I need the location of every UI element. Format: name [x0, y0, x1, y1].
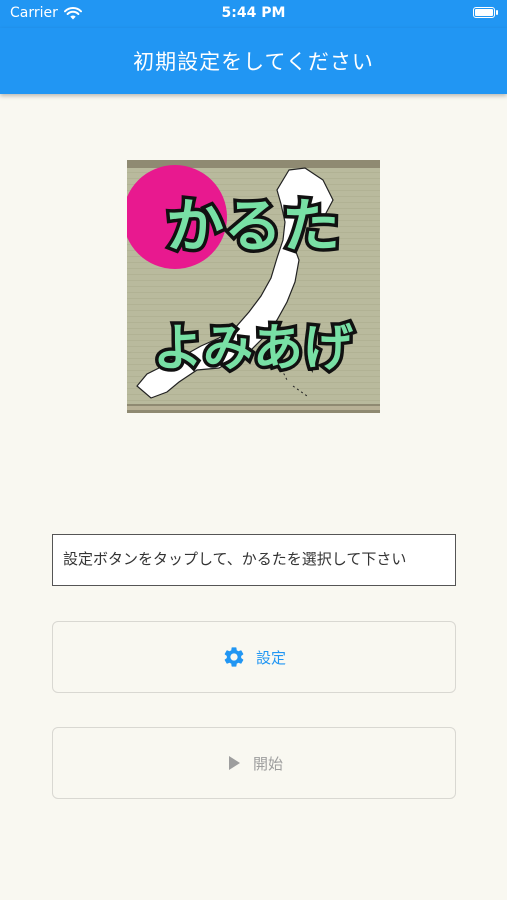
karuta-logo-image: かるた よみあげ — [127, 160, 380, 413]
instruction-text: 設定ボタンをタップして、かるたを選択して下さい — [63, 550, 407, 568]
logo-text-bottom: よみあげ — [153, 319, 353, 377]
status-bar: Carrier 5:44 PM — [0, 0, 507, 28]
start-button[interactable]: 開始 — [52, 727, 456, 799]
start-button-label: 開始 — [252, 754, 283, 773]
settings-button-label: 設定 — [255, 648, 286, 667]
status-time: 5:44 PM — [221, 5, 286, 21]
settings-button[interactable]: 設定 — [52, 621, 456, 693]
app-bar: 初期設定をしてください — [0, 28, 507, 94]
gear-icon — [222, 645, 246, 669]
page-title: 初期設定をしてください — [133, 50, 374, 74]
instruction-message-box: 設定ボタンをタップして、かるたを選択して下さい — [52, 534, 456, 586]
play-icon — [225, 754, 243, 772]
logo-text-top: かるた — [166, 192, 340, 260]
battery-icon — [473, 7, 498, 18]
